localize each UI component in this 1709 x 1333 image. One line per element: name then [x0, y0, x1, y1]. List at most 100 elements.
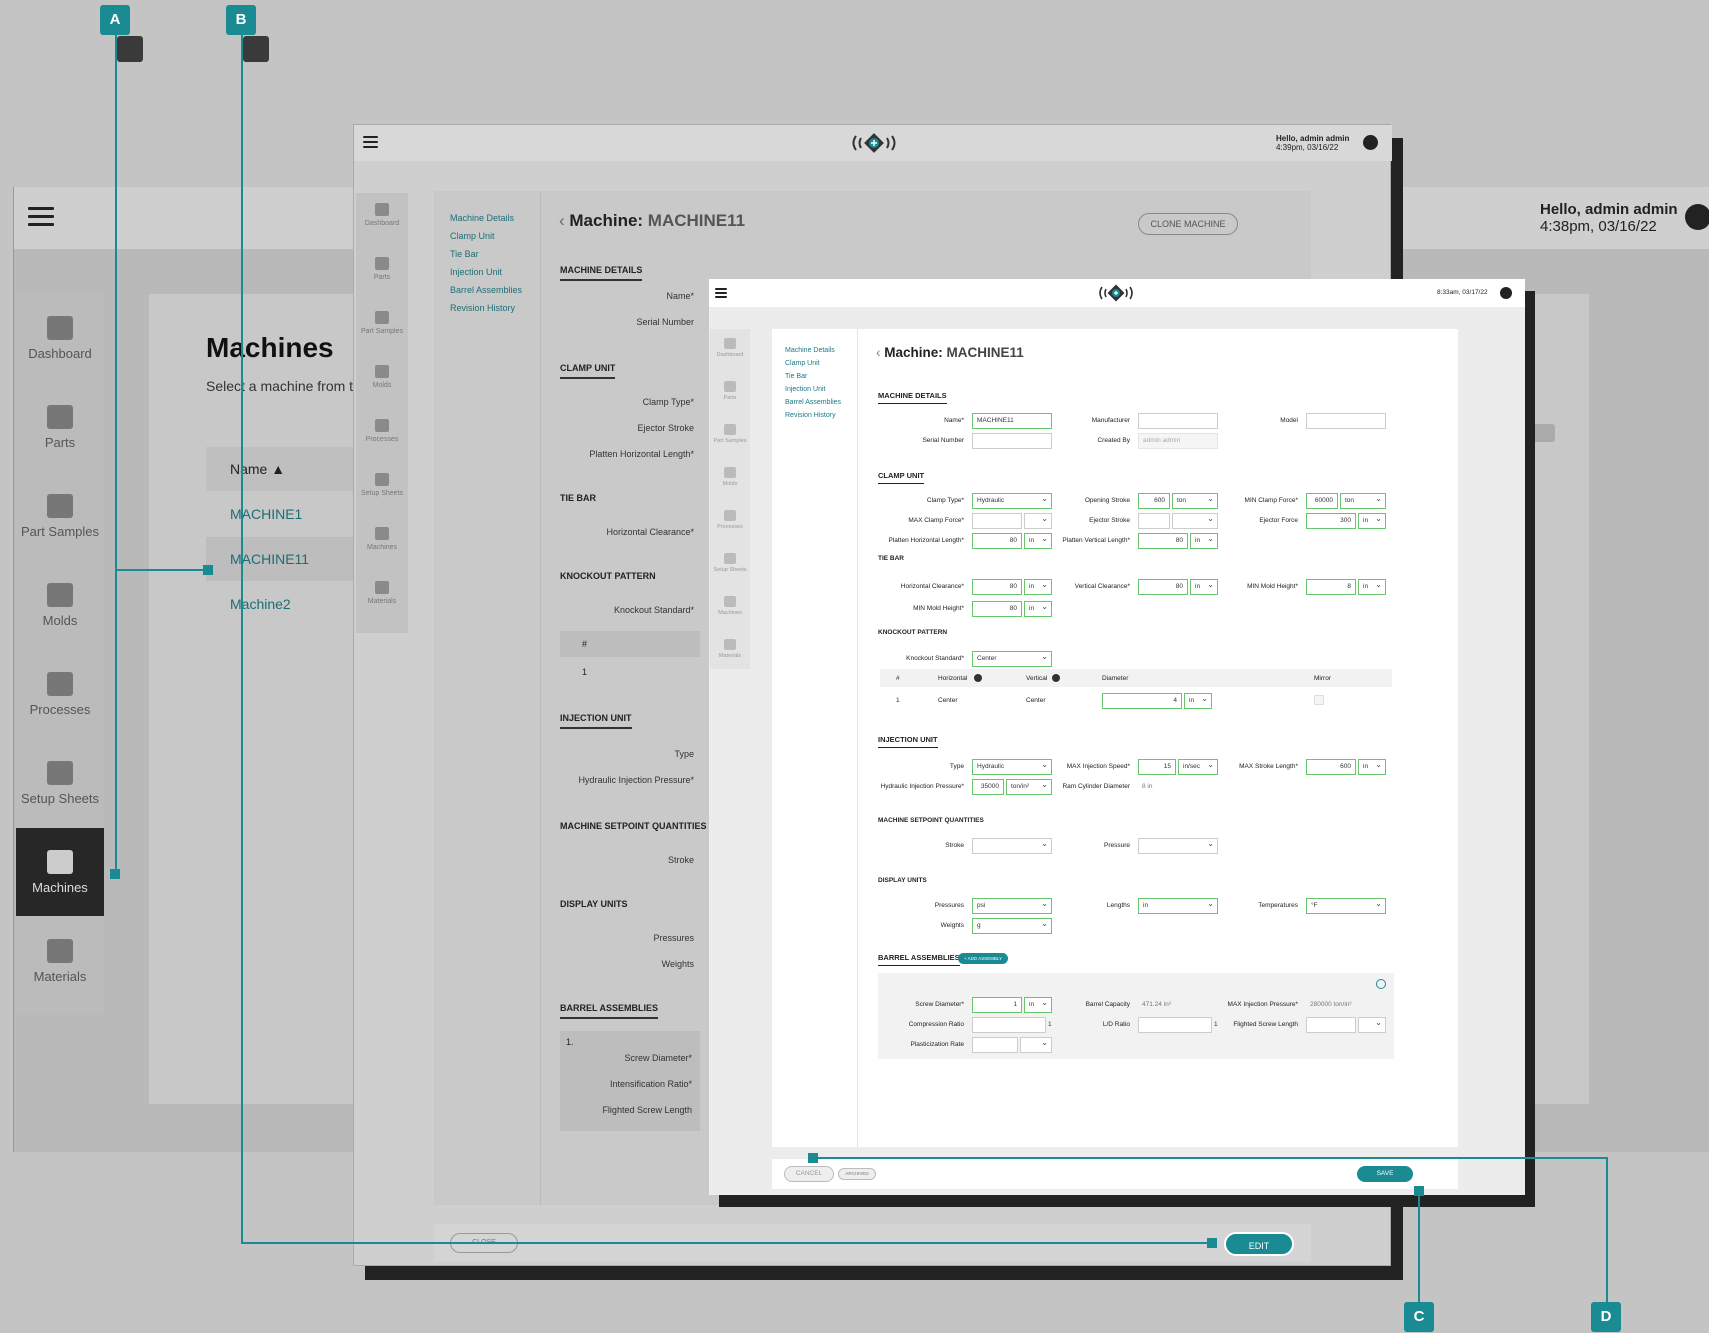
nav-tie-bar[interactable]: Tie Bar	[450, 249, 522, 259]
hyd-pressure-input[interactable]: 35000	[972, 779, 1004, 795]
opening-stroke-input[interactable]: 600	[1138, 493, 1170, 509]
hamburger-menu-icon[interactable]	[28, 207, 54, 231]
info-icon[interactable]	[1052, 674, 1060, 682]
max-stroke-unit[interactable]: in	[1358, 759, 1386, 775]
sidebar-item-materials[interactable]: Materials	[356, 571, 408, 625]
pressure-select[interactable]	[1138, 838, 1218, 854]
nav-injection-unit[interactable]: Injection Unit	[785, 386, 841, 393]
ejector-force-unit[interactable]: in	[1358, 513, 1386, 529]
sidebar-item-machines[interactable]: Machines	[710, 587, 750, 630]
mirror-checkbox[interactable]	[1314, 695, 1324, 705]
cancel-button[interactable]: CANCEL	[784, 1166, 834, 1182]
nav-injection-unit[interactable]: Injection Unit	[450, 267, 522, 277]
archived-button[interactable]: ARCHIVED	[838, 1168, 876, 1180]
name-column-header[interactable]: Name ▲	[230, 461, 285, 477]
platen-v-input[interactable]: 80	[1138, 533, 1188, 549]
sidebar-item-parts[interactable]: Parts	[356, 247, 408, 301]
platen-h-input[interactable]: 80	[972, 533, 1022, 549]
serial-input[interactable]	[972, 433, 1052, 449]
sidebar-item-setup-sheets[interactable]: Setup Sheets	[16, 739, 104, 827]
sidebar-item-molds[interactable]: Molds	[356, 355, 408, 409]
edit-button[interactable]: EDIT	[1224, 1232, 1294, 1256]
plasticization-unit[interactable]	[1020, 1037, 1052, 1053]
opening-stroke-unit[interactable]: ton	[1172, 493, 1218, 509]
min-mold-2-input[interactable]: 80	[972, 601, 1022, 617]
plasticization-input[interactable]	[972, 1037, 1018, 1053]
horiz-clear-unit[interactable]: in	[1024, 579, 1052, 595]
sidebar-item-materials[interactable]: Materials	[710, 630, 750, 673]
nav-tie-bar[interactable]: Tie Bar	[785, 373, 841, 380]
nav-revision-history[interactable]: Revision History	[785, 412, 841, 419]
sidebar-item-parts[interactable]: Parts	[16, 383, 104, 471]
sidebar-item-setup-sheets[interactable]: Setup Sheets	[356, 463, 408, 517]
sidebar-item-materials[interactable]: Materials	[16, 917, 104, 1005]
machine-link-2[interactable]: Machine2	[230, 596, 291, 612]
max-stroke-input[interactable]: 600	[1306, 759, 1356, 775]
flighted-unit[interactable]	[1358, 1017, 1386, 1033]
ejector-stroke-input[interactable]	[1138, 513, 1170, 529]
stroke-select[interactable]	[972, 838, 1052, 854]
sidebar-item-part-samples[interactable]: Part Samples	[356, 301, 408, 355]
ko-std-select[interactable]: Center	[972, 651, 1052, 667]
vert-clear-input[interactable]: 80	[1138, 579, 1188, 595]
name-input[interactable]: MACHINE11	[972, 413, 1052, 429]
user-account-icon[interactable]	[1363, 135, 1378, 150]
min-mold-unit[interactable]: in	[1358, 579, 1386, 595]
save-button[interactable]: SAVE	[1357, 1166, 1413, 1182]
hamburger-menu-icon[interactable]	[715, 288, 727, 303]
screw-dia-unit[interactable]: in	[1024, 997, 1052, 1013]
platen-v-unit[interactable]: in	[1190, 533, 1218, 549]
sidebar-item-processes[interactable]: Processes	[356, 409, 408, 463]
nav-clamp-unit[interactable]: Clamp Unit	[450, 231, 522, 241]
sidebar-item-parts[interactable]: Parts	[710, 372, 750, 415]
screw-dia-input[interactable]: 1	[972, 997, 1022, 1013]
injection-type-select[interactable]: Hydraulic	[972, 759, 1052, 775]
sidebar-item-machines[interactable]: Machines	[16, 828, 104, 916]
platen-h-unit[interactable]: in	[1024, 533, 1052, 549]
sidebar-item-processes[interactable]: Processes	[16, 650, 104, 738]
max-clamp-unit[interactable]	[1024, 513, 1052, 529]
sidebar-item-molds[interactable]: Molds	[710, 458, 750, 501]
nav-barrel-assemblies[interactable]: Barrel Assemblies	[785, 399, 841, 406]
add-assembly-button[interactable]: + ADD ASSEMBLY	[958, 953, 1008, 964]
sidebar-item-machines[interactable]: Machines	[356, 517, 408, 571]
nav-machine-details[interactable]: Machine Details	[785, 347, 841, 354]
clamp-type-select[interactable]: Hydraulic	[972, 493, 1052, 509]
sidebar-item-part-samples[interactable]: Part Samples	[16, 472, 104, 560]
compression-input[interactable]	[972, 1017, 1046, 1033]
max-clamp-input[interactable]	[972, 513, 1022, 529]
ko-diameter-unit[interactable]: in	[1184, 693, 1212, 709]
sidebar-item-molds[interactable]: Molds	[16, 561, 104, 649]
ejector-force-input[interactable]: 300	[1306, 513, 1356, 529]
info-icon[interactable]	[974, 674, 982, 682]
manufacturer-input[interactable]	[1138, 413, 1218, 429]
hamburger-menu-icon[interactable]	[363, 136, 378, 153]
model-input[interactable]	[1306, 413, 1386, 429]
max-speed-input[interactable]: 15	[1138, 759, 1176, 775]
horiz-clear-input[interactable]: 80	[972, 579, 1022, 595]
min-clamp-unit[interactable]: ton	[1340, 493, 1386, 509]
sidebar-item-setup-sheets[interactable]: Setup Sheets	[710, 544, 750, 587]
nav-revision-history[interactable]: Revision History	[450, 303, 522, 313]
temps-select[interactable]: °F	[1306, 898, 1386, 914]
back-chevron-icon[interactable]: ‹	[559, 211, 569, 230]
back-chevron-icon[interactable]: ‹	[876, 345, 884, 360]
weights-select[interactable]: g	[972, 918, 1052, 934]
ld-input[interactable]	[1138, 1017, 1212, 1033]
user-account-icon[interactable]	[1500, 287, 1512, 299]
user-account-icon[interactable]	[1685, 204, 1709, 230]
ejector-stroke-unit[interactable]	[1172, 513, 1218, 529]
ko-diameter-input[interactable]: 4	[1102, 693, 1182, 709]
nav-machine-details[interactable]: Machine Details	[450, 213, 522, 223]
clone-machine-button[interactable]: CLONE MACHINE	[1138, 213, 1238, 235]
sidebar-item-dashboard[interactable]: Dashboard	[356, 193, 408, 247]
max-speed-unit[interactable]: in/sec	[1178, 759, 1218, 775]
nav-barrel-assemblies[interactable]: Barrel Assemblies	[450, 285, 522, 295]
sidebar-item-dashboard[interactable]: Dashboard	[16, 294, 104, 382]
sidebar-item-part-samples[interactable]: Part Samples	[710, 415, 750, 458]
vert-clear-unit[interactable]: in	[1190, 579, 1218, 595]
nav-clamp-unit[interactable]: Clamp Unit	[785, 360, 841, 367]
sidebar-item-processes[interactable]: Processes	[710, 501, 750, 544]
min-mold-input[interactable]: 8	[1306, 579, 1356, 595]
min-mold-2-unit[interactable]: in	[1024, 601, 1052, 617]
